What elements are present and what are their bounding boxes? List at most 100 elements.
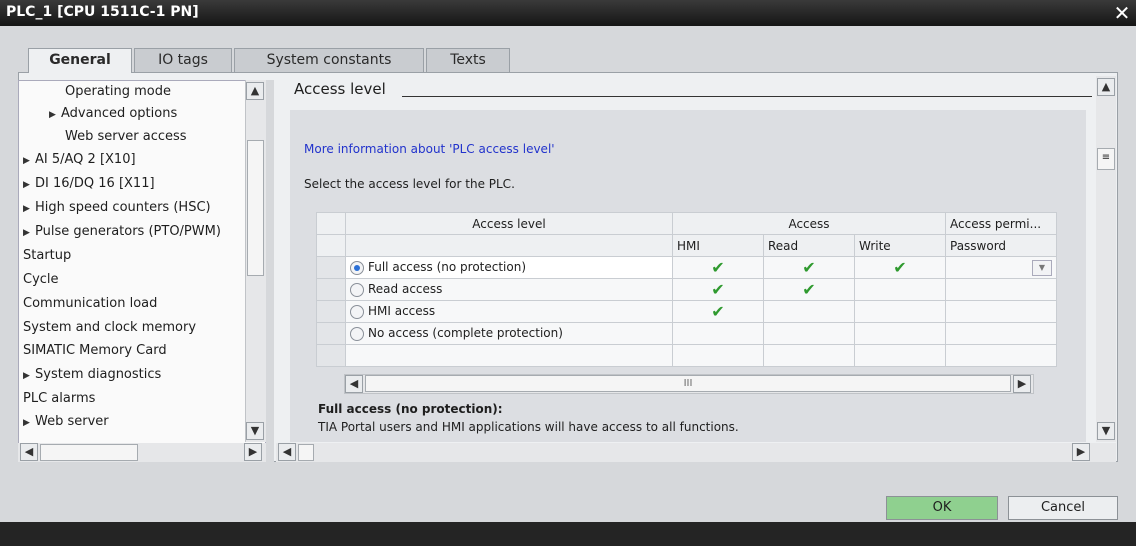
scroll-left-icon[interactable]: ◀ xyxy=(278,443,296,461)
tab-system-constants[interactable]: System constants xyxy=(234,48,424,72)
access-option-label: Full access (no protection) xyxy=(368,260,527,275)
bottom-bar xyxy=(0,522,1136,546)
scroll-thumb[interactable] xyxy=(40,444,138,461)
table-row[interactable]: Read access ✔ ✔ xyxy=(316,278,1057,301)
tree-item-label: SIMATIC Memory Card xyxy=(23,343,167,358)
more-info-link[interactable]: More information about 'PLC access level… xyxy=(304,142,555,156)
check-icon: ✔ xyxy=(672,256,764,279)
tree-item-label: AI 5/AQ 2 [X10] xyxy=(35,152,136,167)
table-row[interactable]: HMI access ✔ xyxy=(316,300,1057,323)
section-title: Access level xyxy=(294,80,386,98)
expand-arrow-icon[interactable]: ▶ xyxy=(23,174,35,196)
scroll-right-icon[interactable]: ▶ xyxy=(1013,375,1031,393)
scroll-right-icon[interactable]: ▶ xyxy=(1072,443,1090,461)
empty-cell xyxy=(763,300,855,323)
expand-arrow-icon[interactable]: ▶ xyxy=(23,222,35,244)
scroll-left-icon[interactable]: ◀ xyxy=(20,443,38,461)
expand-arrow-icon[interactable]: ▶ xyxy=(23,198,35,220)
tree-item-ai[interactable]: ▶ AI 5/AQ 2 [X10] xyxy=(23,149,136,171)
access-option-full[interactable]: Full access (no protection) xyxy=(345,256,673,279)
tree-item-advanced-options[interactable]: ▶ Advanced options xyxy=(49,103,177,125)
close-icon[interactable]: ✕ xyxy=(1110,2,1134,24)
scroll-down-icon[interactable]: ▼ xyxy=(246,422,264,440)
empty-cell xyxy=(854,278,946,301)
check-icon: ✔ xyxy=(854,256,946,279)
tree-item-label: Web server xyxy=(35,414,109,429)
header-hmi: HMI xyxy=(672,234,764,257)
check-icon: ✔ xyxy=(672,300,764,323)
pane-splitter[interactable] xyxy=(266,80,274,462)
tree-item-web-server-access[interactable]: Web server access xyxy=(65,126,187,148)
tree-item-label: System diagnostics xyxy=(35,367,162,382)
empty-cell xyxy=(854,300,946,323)
cancel-button[interactable]: Cancel xyxy=(1008,496,1118,520)
dropdown-icon[interactable]: ▼ xyxy=(1032,259,1052,276)
tree-item-operating-mode[interactable]: Operating mode xyxy=(65,81,171,103)
tree-item-startup[interactable]: Startup xyxy=(23,245,71,267)
navigation-tree: Operating mode ▶ Advanced options Web ser… xyxy=(18,80,266,444)
access-option-none[interactable]: No access (complete protection) xyxy=(345,322,673,345)
radio-unselected-icon[interactable] xyxy=(350,326,364,341)
header-password: Password xyxy=(945,234,1057,257)
expand-arrow-icon[interactable]: ▶ xyxy=(23,150,35,172)
access-option-hmi[interactable]: HMI access xyxy=(345,300,673,323)
scroll-down-icon[interactable]: ▼ xyxy=(1097,422,1115,440)
row-header-cell xyxy=(316,322,346,345)
scroll-up-icon[interactable]: ▲ xyxy=(1097,78,1115,96)
header-read: Read xyxy=(763,234,855,257)
table-row xyxy=(316,344,1057,367)
tree-horizontal-scrollbar[interactable]: ◀ ▶ xyxy=(18,443,266,462)
tree-item-label: Cycle xyxy=(23,272,59,287)
tree-item-label: PLC alarms xyxy=(23,391,96,406)
tree-item-system-clock-memory[interactable]: System and clock memory xyxy=(23,317,196,339)
header-write: Write xyxy=(854,234,946,257)
row-header-cell xyxy=(316,256,346,279)
tree-item-pto-pwm[interactable]: ▶ Pulse generators (PTO/PWM) xyxy=(23,221,221,243)
radio-unselected-icon[interactable] xyxy=(350,304,364,319)
empty-cell xyxy=(854,322,946,345)
tree-item-web-server[interactable]: ▶ Web server xyxy=(23,411,109,433)
table-subheader-row: HMI Read Write Password xyxy=(316,234,1057,257)
table-row[interactable]: No access (complete protection) xyxy=(316,322,1057,345)
scroll-thumb[interactable] xyxy=(298,444,314,461)
content-vertical-scrollbar[interactable]: ▲ ≡ ▼ xyxy=(1096,76,1116,442)
scroll-left-icon[interactable]: ◀ xyxy=(345,375,363,393)
empty-cell xyxy=(763,344,855,367)
ok-button[interactable]: OK xyxy=(886,496,998,520)
tab-general[interactable]: General xyxy=(28,48,132,73)
content-horizontal-scrollbar[interactable]: ◀ ▶ xyxy=(276,443,1116,462)
empty-cell xyxy=(345,344,673,367)
scroll-thumb[interactable]: ≡ xyxy=(1097,148,1115,170)
tree-item-system-diagnostics[interactable]: ▶ System diagnostics xyxy=(23,364,161,386)
subheader-empty xyxy=(345,234,673,257)
scroll-right-icon[interactable]: ▶ xyxy=(244,443,262,461)
header-access: Access xyxy=(672,212,946,235)
row-header-cell xyxy=(316,234,346,257)
tab-io-tags[interactable]: IO tags xyxy=(134,48,232,72)
radio-unselected-icon[interactable] xyxy=(350,282,364,297)
tree-item-plc-alarms[interactable]: PLC alarms xyxy=(23,388,95,410)
tree-item-memory-card[interactable]: SIMATIC Memory Card xyxy=(23,340,167,362)
tree-vertical-scrollbar[interactable]: ▲ ▼ xyxy=(245,80,266,442)
tree-item-cycle[interactable]: Cycle xyxy=(23,269,59,291)
tab-texts[interactable]: Texts xyxy=(426,48,510,72)
tree-item-label: Operating mode xyxy=(65,84,171,99)
access-option-read[interactable]: Read access xyxy=(345,278,673,301)
access-option-label: No access (complete protection) xyxy=(368,326,563,341)
title-bar: PLC_1 [CPU 1511C-1 PN] ✕ xyxy=(0,0,1136,26)
expand-arrow-icon[interactable]: ▶ xyxy=(49,104,61,126)
table-row[interactable]: Full access (no protection) ✔ ✔ ✔ ▼ xyxy=(316,256,1057,279)
radio-selected-icon[interactable] xyxy=(350,260,364,275)
scroll-thumb[interactable] xyxy=(247,140,264,276)
tree-item-di[interactable]: ▶ DI 16/DQ 16 [X11] xyxy=(23,173,155,195)
tree-item-hsc[interactable]: ▶ High speed counters (HSC) xyxy=(23,197,211,219)
expand-arrow-icon[interactable]: ▶ xyxy=(23,412,35,434)
scroll-thumb[interactable]: III xyxy=(365,375,1011,392)
expand-arrow-icon[interactable]: ▶ xyxy=(23,365,35,387)
row-header-cell xyxy=(316,278,346,301)
header-access-permission: Access permi... xyxy=(945,212,1057,235)
password-cell[interactable]: ▼ xyxy=(945,256,1057,279)
table-horizontal-scrollbar[interactable]: ◀ III ▶ xyxy=(344,374,1034,394)
scroll-up-icon[interactable]: ▲ xyxy=(246,82,264,100)
tree-item-communication-load[interactable]: Communication load xyxy=(23,293,157,315)
